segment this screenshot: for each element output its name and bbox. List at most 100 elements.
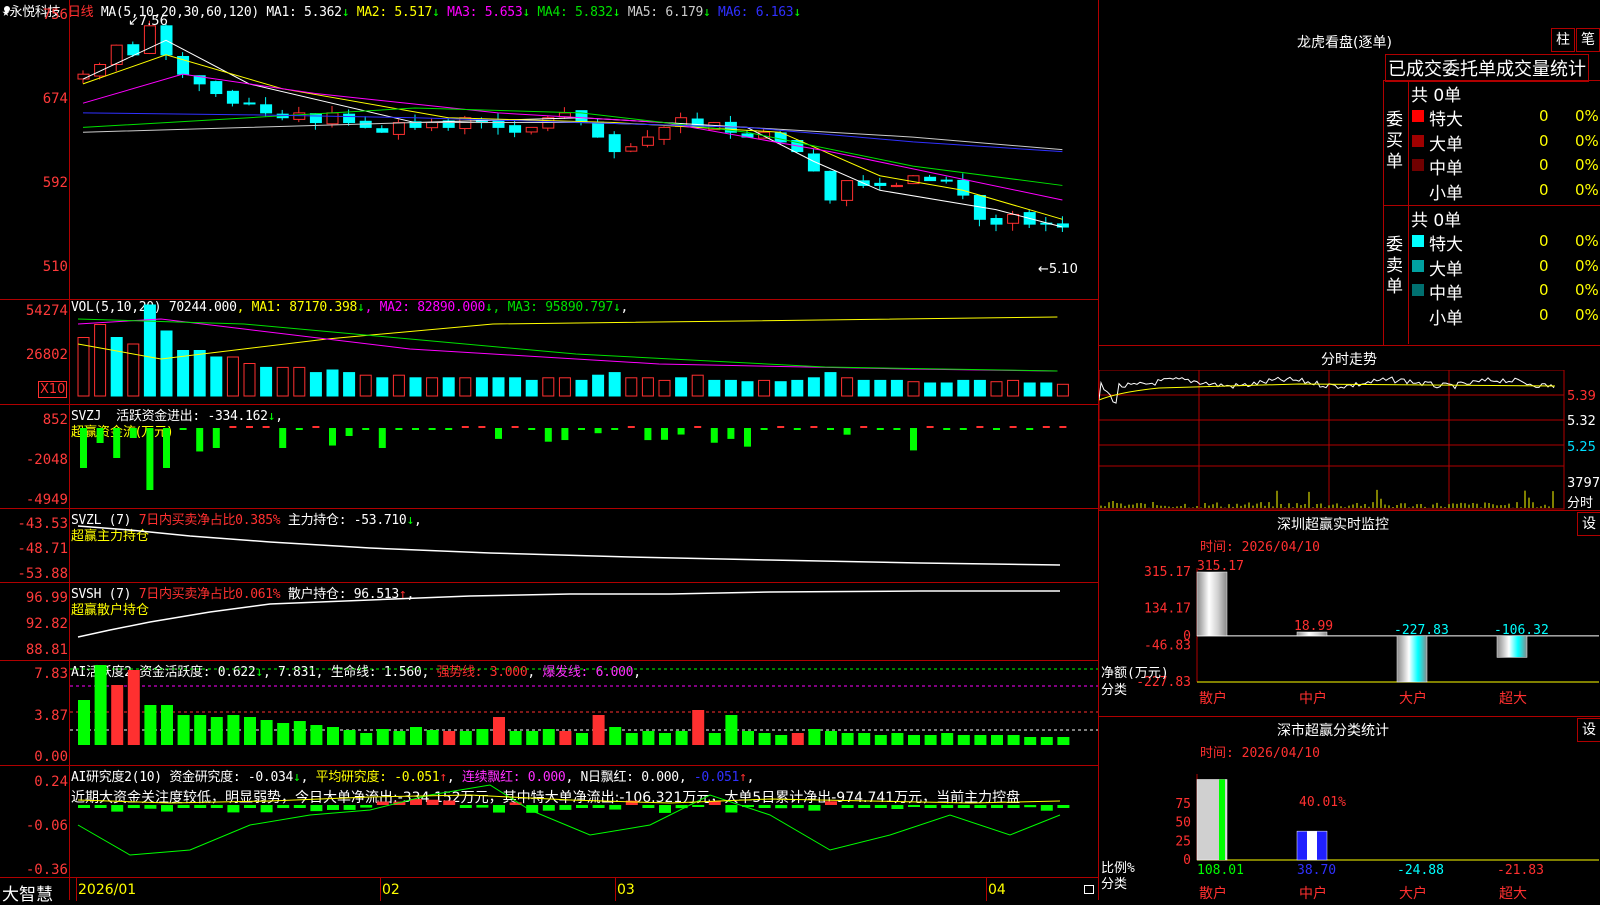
ai2-chart[interactable]	[70, 765, 1098, 877]
vol-bar	[326, 369, 339, 397]
kline-pane[interactable]: ★永悦科技 日线 MA(5,10,20,30,60,120) MA1: 5.36…	[0, 0, 1098, 300]
vol-bar	[509, 377, 522, 397]
flow-bar	[710, 428, 718, 443]
vol-bar	[741, 381, 754, 397]
activity-bar	[725, 715, 738, 745]
szmon-cat: 中户	[1299, 690, 1327, 707]
svzl-pane[interactable]: SVZL (7) 7日内买卖净占比0.385% 主力持仓: -53.710↓, …	[0, 508, 1098, 583]
left-axis-line	[69, 0, 70, 900]
vol-bar	[774, 381, 787, 397]
ai1-chart[interactable]	[70, 660, 1098, 765]
svsh-axis-1: 92.82	[25, 616, 68, 632]
sell-pct-1: 0%	[1575, 256, 1599, 275]
szstat-settings-button[interactable]: 设	[1577, 718, 1600, 742]
vol-bar	[957, 379, 970, 397]
vol-ma-line-2	[77, 318, 1058, 372]
sell-count-0: 0	[1539, 232, 1549, 250]
szstat-cat: 超大	[1499, 886, 1527, 900]
szstat-bar-label: -24.88	[1397, 863, 1444, 878]
szmon-chart: 315.17134.170-46.83-227.83315.17散户18.99中…	[1101, 559, 1599, 707]
research-bar	[310, 805, 323, 812]
vol-bar	[143, 304, 156, 397]
svzj-chart[interactable]	[70, 404, 1098, 508]
svzj-axis-0: 852	[42, 412, 68, 428]
vol-bar	[260, 366, 273, 397]
flow-bar	[976, 426, 984, 428]
vol-bar	[442, 377, 455, 397]
candle	[608, 134, 621, 153]
research-bar	[791, 805, 804, 809]
research-bar	[559, 805, 572, 810]
flow-bar	[445, 428, 453, 430]
svzj-pane[interactable]: SVZJ 活跃资金进出: -334.162↓, 超赢资金流(万元) 852 -2…	[0, 404, 1098, 509]
vol-bar	[426, 377, 439, 397]
vol-bar	[1040, 382, 1053, 397]
svzl-chart[interactable]	[70, 508, 1098, 582]
flow-bar	[760, 428, 768, 430]
brand-logo: 大智慧	[2, 885, 53, 905]
ai1-pane[interactable]: AI活跃度2 资金活跃度: 0.622↓, 7.831, 生命线: 1.560,…	[0, 660, 1098, 766]
flow-bar	[1026, 428, 1034, 430]
research-bar	[426, 799, 439, 805]
retail-holding-line	[77, 590, 1060, 638]
activity-bar	[1040, 737, 1053, 745]
research-bar	[957, 805, 970, 808]
activity-bar	[941, 733, 954, 745]
kline-axis-1: 674	[42, 91, 68, 107]
research-bar	[941, 805, 954, 808]
candle	[260, 104, 273, 114]
kline-chart[interactable]	[70, 0, 1098, 299]
vol-bar	[608, 372, 621, 397]
svsh-axis-0: 96.99	[25, 590, 68, 606]
activity-bar	[260, 720, 273, 745]
flow-bar	[926, 426, 934, 428]
svsh-pane[interactable]: SVSH (7) 7日内买卖净占比0.061% 散户持仓: 96.513↑, 超…	[0, 582, 1098, 661]
activity-bar	[194, 715, 207, 745]
vol-bar	[708, 379, 721, 397]
date-0: 2026/01	[78, 882, 137, 898]
vol-bar	[392, 374, 405, 397]
tab-tick[interactable]: 笔	[1576, 28, 1600, 52]
candle	[343, 113, 356, 124]
flow-bar	[627, 426, 635, 428]
szmon-bar-label: -227.83	[1394, 623, 1449, 638]
flow-bar	[129, 428, 137, 438]
vol-bar	[276, 366, 289, 397]
ai2-pane[interactable]: AI研究度2(10) 资金研究度: -0.034↓, 平均研究度: -0.051…	[0, 765, 1098, 878]
flow-bar	[943, 428, 951, 430]
svzl-axis-2: -53.88	[17, 566, 68, 582]
szmon-settings-button[interactable]: 设	[1577, 512, 1600, 536]
lock-icon[interactable]	[1084, 885, 1094, 894]
date-2: 03	[617, 882, 635, 898]
activity-bar	[808, 729, 821, 745]
activity-bar	[493, 717, 505, 745]
activity-bar	[542, 729, 555, 745]
flow-bar	[412, 428, 419, 430]
flow-bar	[80, 428, 87, 468]
vol-bar	[824, 372, 837, 397]
vol-bar	[940, 382, 953, 397]
intraday-chart[interactable]	[1099, 370, 1565, 510]
svsh-chart[interactable]	[70, 582, 1098, 660]
flow-bar	[96, 428, 104, 443]
vol-bar	[226, 356, 239, 397]
research-bar	[293, 805, 306, 808]
flow-bar	[843, 428, 851, 435]
tab-bar[interactable]: 柱	[1551, 28, 1575, 52]
research-bar	[476, 805, 489, 808]
szmon-cat: 散户	[1199, 690, 1227, 707]
sell-total: 共 0单	[1411, 211, 1462, 231]
vol-bar	[658, 379, 671, 397]
candle	[592, 121, 605, 138]
research-bar	[825, 801, 837, 805]
activity-bar	[891, 733, 904, 745]
low-mark: ←5.10	[1038, 262, 1078, 277]
vol-pane[interactable]: VOL(5,10,20) 70244.000, MA1: 87170.398↓,…	[0, 299, 1098, 405]
szstat-axis-tick: 0	[1183, 853, 1191, 868]
buy-label: 委买单	[1386, 110, 1403, 172]
activity-bar	[791, 733, 804, 745]
vol-chart[interactable]	[70, 299, 1098, 404]
vol-bar	[542, 377, 555, 397]
sell-label: 委卖单	[1386, 235, 1403, 297]
ai2-axis-1: -0.06	[25, 818, 68, 834]
